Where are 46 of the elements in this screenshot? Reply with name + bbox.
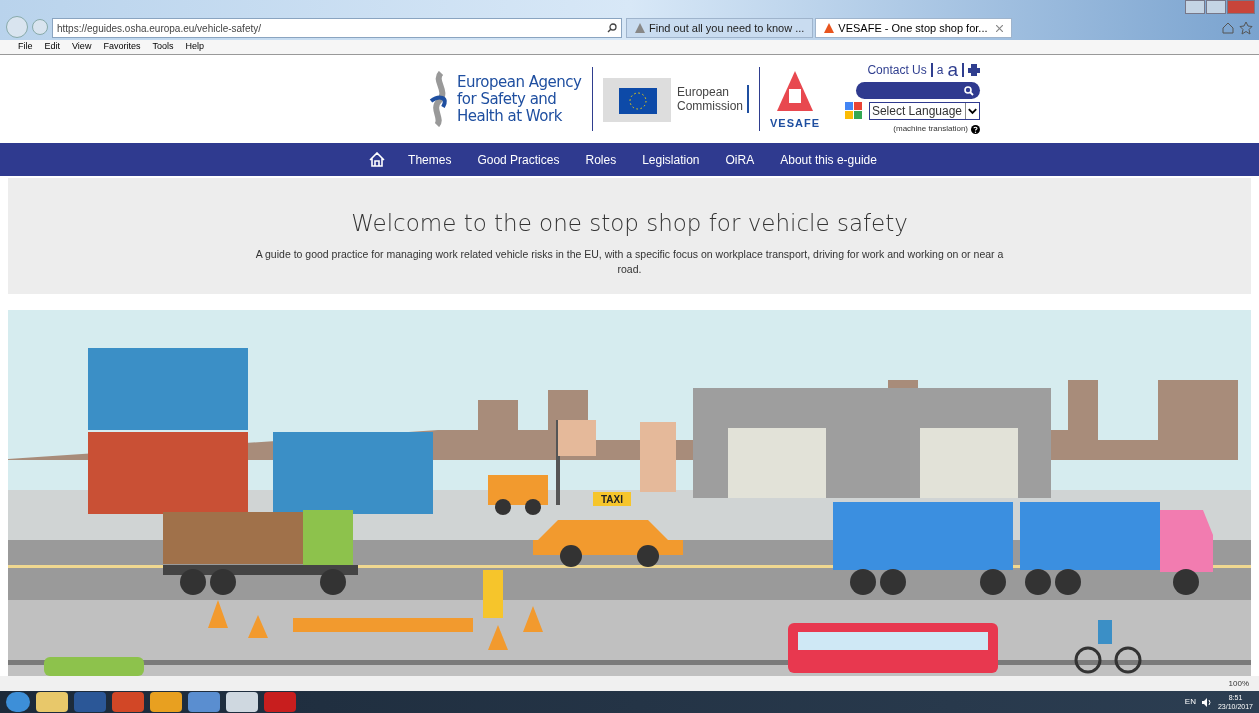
hero-subtitle: A guide to good practice for managing work related vehicle risks in the EU, with a specific focus on workplace transport, driving for work and working on or near a road. [254, 246, 1005, 277]
restore-button[interactable] [1206, 0, 1226, 14]
nav-link[interactable]: OiRA [712, 150, 768, 169]
menu-item[interactable]: Help [179, 40, 210, 54]
nav-link[interactable]: About this e-guide [767, 150, 890, 169]
translate-logo-icon [844, 102, 863, 120]
hero-title: Welcome to the one stop shop for vehicle safety [351, 209, 908, 238]
search-icon[interactable] [607, 23, 617, 33]
tab-favicon-icon [824, 23, 835, 33]
language-select[interactable]: Select Language [868, 102, 980, 120]
browser-tab[interactable]: VESAFE - One stop shop for... [815, 18, 1012, 38]
start-button[interactable] [6, 692, 30, 712]
small-font-link[interactable]: a [936, 61, 944, 79]
url-text: https://eguides.osha.europa.eu/vehicle-safety/ [57, 21, 263, 36]
menu-item[interactable]: Tools [146, 40, 180, 54]
vesafe-label: VESAFE [770, 115, 820, 131]
menu-item[interactable]: View [66, 40, 98, 54]
volume-icon[interactable] [1201, 697, 1212, 707]
address-bar[interactable]: https://eguides.osha.europa.eu/vehicle-safety/ [52, 18, 622, 38]
agency-name: European Agency for Safety and Health at Work [457, 73, 582, 125]
zoom-level[interactable]: 100% [1228, 677, 1249, 690]
nav-link[interactable]: Good Practices [464, 150, 573, 169]
help-icon[interactable] [971, 124, 980, 134]
large-font-link[interactable]: a [947, 61, 958, 79]
favorites-star-icon[interactable] [1239, 21, 1253, 35]
search-icon[interactable] [964, 85, 974, 96]
taxi-sign: TAXI [601, 494, 623, 505]
language-indicator[interactable]: EN [1184, 696, 1196, 708]
back-button[interactable] [6, 16, 28, 38]
menu-item[interactable]: Favorites [97, 40, 147, 54]
menu-item[interactable]: File [12, 40, 39, 54]
contact-link[interactable]: Contact Us [867, 61, 927, 79]
tab-favicon-icon [635, 23, 645, 33]
minimize-button[interactable] [1185, 0, 1205, 14]
nav-link[interactable]: Legislation [629, 150, 713, 169]
cyclist-drawing [1074, 620, 1142, 674]
translation-note: (machine translation) [893, 123, 968, 135]
dropdown-arrow-icon[interactable] [965, 103, 979, 119]
browser-tab[interactable]: Find out all you need to know ... [626, 18, 814, 38]
menu-item[interactable]: Edit [38, 40, 67, 54]
search-field[interactable] [856, 82, 980, 99]
nav-link[interactable]: Roles [572, 150, 630, 169]
nav-link[interactable]: Themes [395, 150, 465, 169]
forward-button[interactable] [32, 19, 48, 35]
commission-name: European Commission [677, 85, 749, 113]
close-tab-icon[interactable] [995, 24, 1003, 32]
